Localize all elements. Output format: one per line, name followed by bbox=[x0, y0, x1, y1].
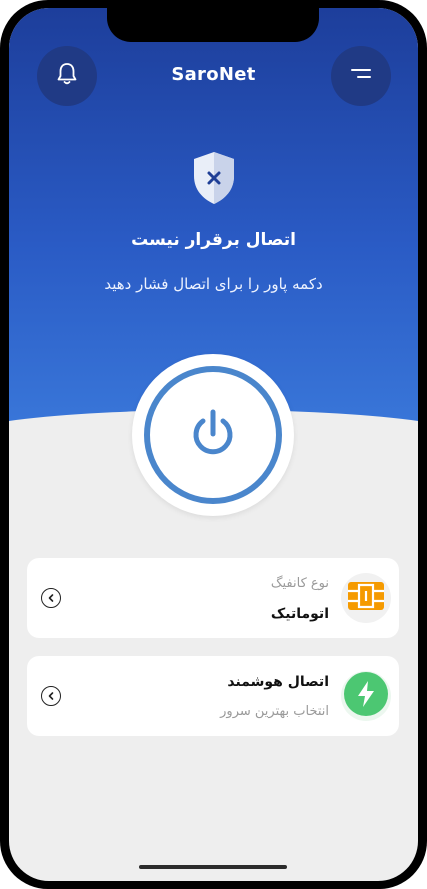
power-icon bbox=[186, 406, 240, 464]
connection-status-title: اتصال برقرار نیست bbox=[131, 230, 296, 250]
lightning-icon bbox=[344, 672, 388, 720]
power-ring bbox=[144, 366, 282, 504]
home-indicator[interactable] bbox=[139, 865, 287, 869]
chevron-left-icon[interactable] bbox=[41, 588, 61, 608]
smart-connect-subtitle: انتخاب بهترین سرور bbox=[220, 704, 329, 719]
sim-chip-icon bbox=[347, 581, 385, 615]
phone-frame: SaroNet اتصال برقرار نیست دکمه پاور را ب… bbox=[0, 0, 427, 889]
device-notch bbox=[107, 8, 319, 42]
shield-x-icon bbox=[189, 150, 239, 206]
menu-button[interactable] bbox=[331, 46, 391, 106]
menu-icon bbox=[348, 65, 374, 87]
config-type-label: نوع کانفیگ bbox=[270, 576, 329, 591]
connection-status-hint: دکمه پاور را برای اتصال فشار دهید bbox=[104, 275, 323, 293]
config-type-value: اتوماتیک bbox=[270, 606, 329, 622]
config-icon-badge bbox=[341, 573, 391, 623]
smart-connect-card[interactable]: اتصال هوشمند انتخاب بهترین سرور bbox=[27, 656, 399, 736]
smart-icon-badge bbox=[341, 671, 391, 721]
chevron-left-icon[interactable] bbox=[41, 686, 61, 706]
app-screen: SaroNet اتصال برقرار نیست دکمه پاور را ب… bbox=[9, 8, 418, 881]
power-button[interactable] bbox=[132, 354, 294, 516]
config-type-card[interactable]: نوع کانفیگ اتوماتیک bbox=[27, 558, 399, 638]
smart-connect-title: اتصال هوشمند bbox=[227, 674, 329, 690]
